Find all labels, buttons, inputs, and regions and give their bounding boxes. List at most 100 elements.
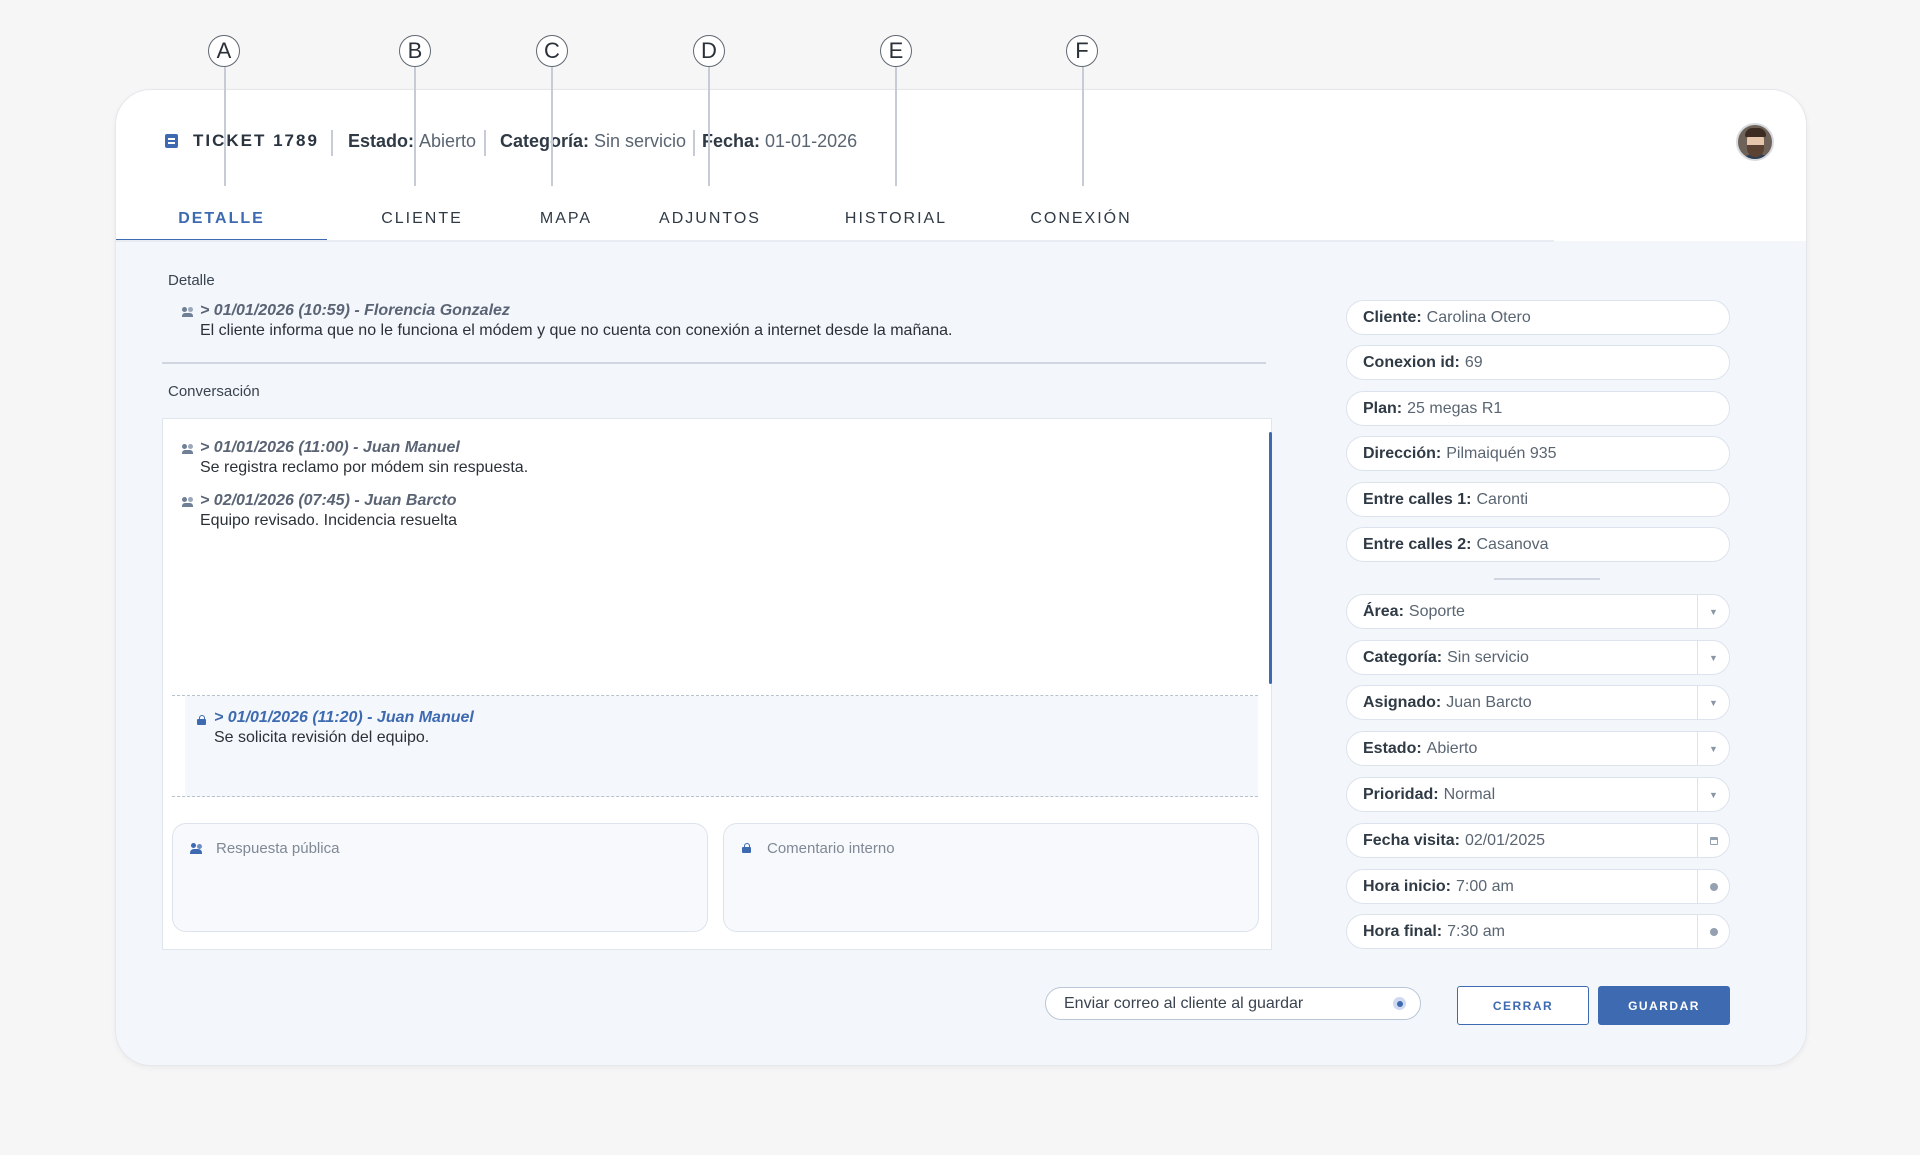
- public-reply-placeholder: Respuesta pública: [216, 840, 340, 857]
- field-value: Casanova: [1476, 535, 1549, 553]
- field-label: Conexion id:: [1363, 353, 1460, 371]
- tab-adjuntos[interactable]: ADJUNTOS: [645, 197, 775, 241]
- header-separator: [331, 130, 333, 156]
- field-value: Pilmaiquén 935: [1446, 444, 1557, 462]
- field-direccion: Dirección: Pilmaiquén 935: [1346, 436, 1730, 471]
- tab-cliente[interactable]: CLIENTE: [360, 197, 484, 241]
- lock-icon: [742, 843, 751, 853]
- users-icon: [190, 843, 203, 854]
- chevron-down-icon[interactable]: ▼: [1697, 778, 1729, 811]
- callout-line-c: [551, 67, 553, 186]
- ticket-title: TICKET 1789: [193, 131, 319, 150]
- field-value: Juan Barcto: [1446, 693, 1532, 711]
- select-estado[interactable]: Estado: Abierto ▼: [1346, 731, 1730, 766]
- field-label: Categoría:: [1363, 648, 1443, 666]
- ticket-icon: [165, 134, 178, 148]
- header-separator: [484, 130, 486, 156]
- header-categoria: Categoría: Sin servicio: [500, 126, 686, 156]
- field-value: Abierto: [1426, 739, 1478, 757]
- field-value: 02/01/2025: [1464, 831, 1546, 849]
- field-value: Soporte: [1408, 602, 1465, 620]
- field-value: Normal: [1443, 785, 1496, 803]
- users-icon: [182, 307, 194, 317]
- field-label: Asignado:: [1363, 693, 1442, 711]
- clock-icon[interactable]: [1697, 870, 1729, 903]
- field-value: 7:30 am: [1447, 922, 1505, 940]
- header-fecha-label: Fecha:: [702, 130, 761, 151]
- users-icon: [182, 444, 194, 454]
- users-icon: [182, 497, 194, 507]
- callout-line-f: [1082, 67, 1084, 186]
- callout-c: C: [536, 35, 568, 67]
- internal-note-border-bottom: [172, 796, 1258, 797]
- user-avatar[interactable]: [1736, 123, 1774, 161]
- header-estado: Estado: Abierto: [348, 126, 476, 156]
- tab-detalle[interactable]: DETALLE: [116, 197, 327, 242]
- radio-on-icon[interactable]: [1393, 997, 1406, 1010]
- field-label: Entre calles 2:: [1363, 535, 1472, 553]
- ticket-card: TICKET 1789 Estado: Abierto Categoría: S…: [115, 89, 1807, 1066]
- email-toggle-label: Enviar correo al cliente al guardar: [1064, 994, 1304, 1012]
- field-value: Carolina Otero: [1426, 308, 1531, 326]
- tabs-underline: [116, 240, 1554, 242]
- internal-note-header: > 01/01/2026 (11:20) - Juan Manuel: [214, 709, 474, 726]
- tab-conexion[interactable]: CONEXIÓN: [1012, 197, 1150, 241]
- callout-line-d: [708, 67, 710, 186]
- chevron-down-icon[interactable]: ▼: [1697, 732, 1729, 765]
- calendar-icon[interactable]: [1697, 824, 1729, 857]
- lock-icon: [197, 715, 206, 725]
- callout-line-b: [414, 67, 416, 186]
- chevron-down-icon[interactable]: ▼: [1697, 595, 1729, 628]
- conversation-message-text: Se registra reclamo por módem sin respue…: [200, 459, 529, 476]
- conversation-message-header: > 02/01/2026 (07:45) - Juan Barcto: [200, 492, 457, 509]
- save-button[interactable]: GUARDAR: [1598, 986, 1730, 1025]
- field-label: Área:: [1363, 602, 1404, 620]
- callout-f: F: [1066, 35, 1098, 67]
- field-plan: Plan: 25 megas R1: [1346, 391, 1730, 426]
- field-entre-calles-2: Entre calles 2: Casanova: [1346, 527, 1730, 562]
- field-value: 7:00 am: [1456, 877, 1514, 895]
- detail-divider: [162, 362, 1266, 364]
- header-separator: [693, 130, 695, 156]
- field-label: Prioridad:: [1363, 785, 1439, 803]
- callout-e: E: [880, 35, 912, 67]
- clock-icon[interactable]: [1697, 915, 1729, 948]
- header-categoria-label: Categoría:: [500, 130, 590, 151]
- header-estado-label: Estado:: [348, 130, 415, 151]
- select-asignado[interactable]: Asignado: Juan Barcto ▼: [1346, 685, 1730, 720]
- tab-mapa[interactable]: MAPA: [514, 197, 618, 241]
- chevron-down-icon[interactable]: ▼: [1697, 641, 1729, 674]
- field-value: Caronti: [1476, 490, 1529, 508]
- conversation-section-label: Conversación: [168, 383, 260, 400]
- callout-line-e: [895, 67, 897, 186]
- select-area[interactable]: Área: Soporte ▼: [1346, 594, 1730, 629]
- detail-entry-header: > 01/01/2026 (10:59) - Florencia Gonzale…: [200, 302, 510, 319]
- internal-comment-placeholder: Comentario interno: [767, 840, 895, 857]
- time-hora-inicio[interactable]: Hora inicio: 7:00 am: [1346, 869, 1730, 904]
- tab-historial[interactable]: HISTORIAL: [829, 197, 963, 241]
- field-label: Dirección:: [1363, 444, 1442, 462]
- field-label: Fecha visita:: [1363, 831, 1460, 849]
- chevron-down-icon[interactable]: ▼: [1697, 686, 1729, 719]
- field-cliente: Cliente: Carolina Otero: [1346, 300, 1730, 335]
- detail-section-label: Detalle: [168, 272, 215, 289]
- conversation-scrollbar[interactable]: [1269, 432, 1272, 684]
- header-estado-value: Abierto: [419, 130, 477, 151]
- conversation-message-text: Equipo revisado. Incidencia resuelta: [200, 512, 458, 529]
- callout-b: B: [399, 35, 431, 67]
- header-fecha-value: 01-01-2026: [765, 130, 858, 151]
- field-label: Hora final:: [1363, 922, 1443, 940]
- field-value: 69: [1464, 353, 1483, 371]
- field-label: Estado:: [1363, 739, 1422, 757]
- date-fecha-visita[interactable]: Fecha visita: 02/01/2025: [1346, 823, 1730, 858]
- select-categoria[interactable]: Categoría: Sin servicio ▼: [1346, 640, 1730, 675]
- time-hora-final[interactable]: Hora final: 7:30 am: [1346, 914, 1730, 949]
- internal-note-text: Se solicita revisión del equipo.: [214, 729, 430, 746]
- callout-line-a: [224, 67, 226, 186]
- close-button[interactable]: CERRAR: [1457, 986, 1589, 1025]
- conversation-message-header: > 01/01/2026 (11:00) - Juan Manuel: [200, 439, 460, 456]
- field-label: Hora inicio:: [1363, 877, 1452, 895]
- select-prioridad[interactable]: Prioridad: Normal ▼: [1346, 777, 1730, 812]
- email-client-toggle[interactable]: Enviar correo al cliente al guardar: [1045, 987, 1421, 1020]
- field-conexion-id: Conexion id: 69: [1346, 345, 1730, 380]
